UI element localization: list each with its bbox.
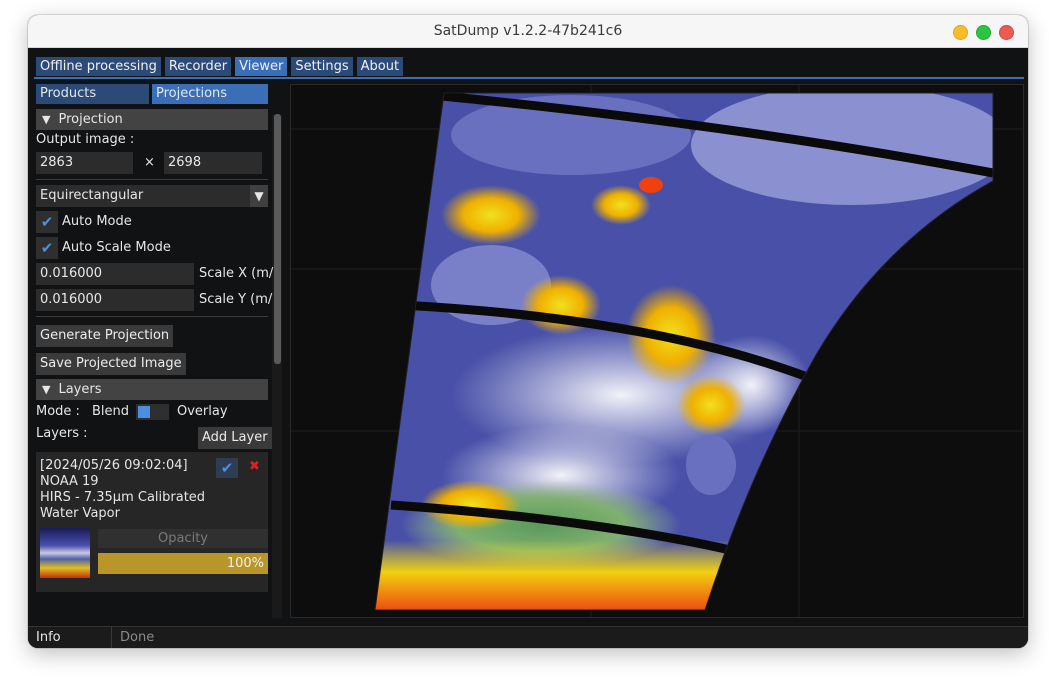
window-controls [953, 25, 1014, 40]
checkmark-icon: ✔ [220, 459, 234, 477]
tab-products[interactable]: Products [36, 84, 149, 104]
separator [36, 179, 268, 180]
projection-section-header[interactable]: ▼ Projection [36, 109, 268, 130]
output-height-input[interactable]: 2698 [164, 152, 262, 174]
layer-timestamp: [2024/05/26 09:02:04] [40, 458, 188, 473]
dropdown-arrow-icon: ▼ [250, 185, 268, 207]
checkmark-icon: ✔ [40, 239, 54, 257]
layers-label: Layers : [36, 426, 88, 441]
layer-enable-checkbox[interactable]: ✔ [216, 458, 238, 478]
projection-panel: Products Projections ▼ Projection Output … [34, 84, 282, 624]
app-window: SatDump v1.2.2-47b241c6 Offline processi… [28, 15, 1028, 648]
layer-product: HIRS - 7.35µm Calibrated [40, 490, 206, 505]
close-button[interactable] [999, 25, 1014, 40]
main-tabs: Offline processing Recorder Viewer Setti… [36, 57, 404, 76]
output-image-label: Output image : [36, 132, 135, 147]
times-symbol: × [144, 155, 155, 170]
scale-x-label: Scale X (m/ [199, 266, 274, 281]
separator [36, 316, 268, 317]
main-content: Offline processing Recorder Viewer Setti… [28, 48, 1028, 648]
blend-label: Blend [92, 404, 130, 419]
viewer-subtabs: Products Projections [36, 84, 282, 104]
save-projected-image-button[interactable]: Save Projected Image [36, 353, 186, 375]
output-width-input[interactable]: 2863 [36, 152, 133, 174]
checkmark-icon: ✔ [40, 213, 54, 231]
opacity-value: 100% [226, 556, 264, 571]
window-title: SatDump v1.2.2-47b241c6 [433, 23, 623, 39]
generate-projection-button[interactable]: Generate Projection [36, 325, 174, 347]
layer-satellite: NOAA 19 [40, 474, 99, 489]
projected-image [291, 85, 1023, 617]
auto-scale-checkbox[interactable]: ✔ [36, 237, 58, 259]
scale-y-input[interactable]: 0.016000 [36, 289, 194, 311]
tab-offline-processing[interactable]: Offline processing [36, 57, 161, 76]
collapse-triangle-icon: ▼ [42, 383, 51, 396]
status-label: Info [36, 630, 61, 645]
status-message: Done [120, 630, 155, 645]
status-bar: Info Done [28, 626, 1028, 648]
add-layer-button[interactable]: Add Layer [198, 427, 272, 449]
overlay-label: Overlay [177, 404, 228, 419]
tab-settings[interactable]: Settings [291, 57, 353, 76]
opacity-slider[interactable]: 100% [98, 553, 268, 574]
blend-overlay-toggle[interactable] [136, 404, 169, 420]
tab-viewer[interactable]: Viewer [235, 57, 288, 76]
layer-item[interactable]: [2024/05/26 09:02:04] NOAA 19 HIRS - 7.3… [36, 452, 268, 592]
scale-x-input[interactable]: 0.016000 [36, 263, 194, 285]
collapse-triangle-icon: ▼ [42, 113, 51, 126]
maximize-button[interactable] [976, 25, 991, 40]
auto-mode-label: Auto Mode [62, 214, 132, 229]
auto-mode-checkbox[interactable]: ✔ [36, 211, 58, 233]
delete-layer-icon[interactable]: ✖ [249, 459, 260, 474]
tab-about[interactable]: About [356, 57, 404, 76]
title-bar: SatDump v1.2.2-47b241c6 [28, 15, 1028, 48]
layers-section-header[interactable]: ▼ Layers [36, 379, 268, 400]
tab-underline [34, 77, 1024, 79]
status-divider [111, 627, 112, 648]
opacity-label: Opacity [98, 529, 268, 548]
auto-scale-label: Auto Scale Mode [62, 240, 171, 255]
layer-product-line2: Water Vapor [40, 506, 120, 521]
projection-viewer[interactable] [290, 84, 1024, 618]
layer-thumbnail [40, 528, 90, 578]
tab-projections[interactable]: Projections [152, 84, 268, 104]
scale-y-label: Scale Y (m/ [199, 292, 273, 307]
minimize-button[interactable] [953, 25, 968, 40]
mode-label: Mode : [36, 404, 80, 419]
tab-recorder[interactable]: Recorder [164, 57, 232, 76]
projection-type-select[interactable]: Equirectangular ▼ [36, 185, 268, 207]
